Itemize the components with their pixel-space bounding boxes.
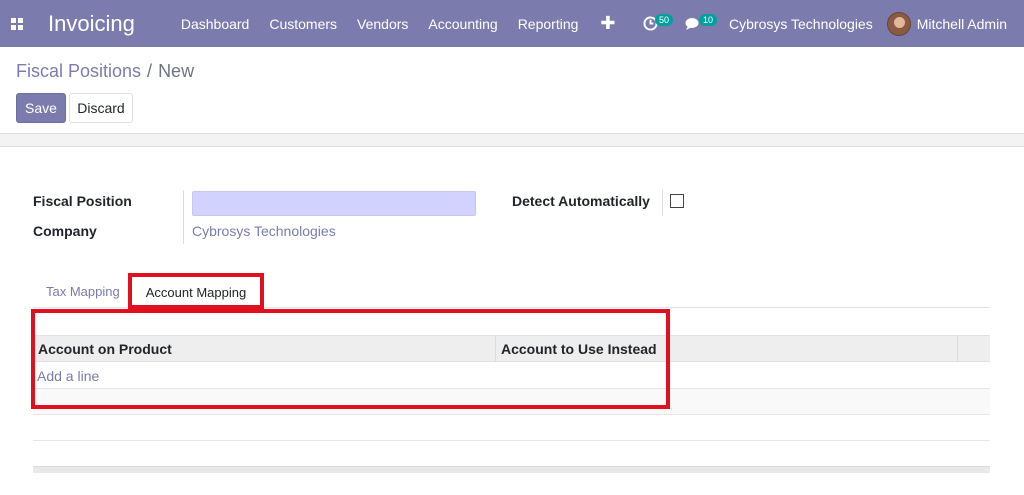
top-navbar: Invoicing Dashboard Customers Vendors Ac… — [0, 0, 1024, 47]
user-name: Mitchell Admin — [916, 15, 1007, 32]
apps-menu-icon[interactable] — [0, 0, 33, 47]
plus-icon[interactable]: ✚ — [588, 0, 627, 47]
avatar — [886, 11, 911, 36]
field-separator — [662, 190, 663, 216]
menu-dashboard[interactable]: Dashboard — [171, 0, 260, 47]
company-switcher[interactable]: Cybrosys Technologies — [719, 16, 887, 32]
menu-accounting[interactable]: Accounting — [418, 0, 507, 47]
menu-customers[interactable]: Customers — [259, 0, 347, 47]
highlight-box-table — [31, 309, 670, 409]
company-label: Company — [33, 223, 97, 239]
highlight-box-tab — [128, 273, 264, 309]
messages-button[interactable]: 10 — [677, 0, 719, 47]
activity-badge: 50 — [655, 14, 674, 26]
tab-tax-mapping[interactable]: Tax Mapping — [46, 284, 120, 299]
fiscal-position-input[interactable] — [192, 191, 476, 216]
discard-button[interactable]: Discard — [69, 93, 133, 123]
app-brand[interactable]: Invoicing — [48, 11, 135, 37]
breadcrumb-parent[interactable]: Fiscal Positions — [16, 61, 141, 82]
breadcrumb-separator: / — [147, 61, 153, 81]
fiscal-position-label: Fiscal Position — [33, 193, 132, 209]
table-row — [33, 415, 990, 441]
activity-button[interactable]: 50 — [635, 0, 677, 47]
breadcrumb: Fiscal Positions / New — [16, 61, 194, 82]
detect-automatically-checkbox[interactable] — [670, 194, 684, 208]
breadcrumb-current: New — [158, 61, 195, 81]
user-menu[interactable]: Mitchell Admin — [886, 11, 1024, 36]
save-button[interactable]: Save — [16, 93, 66, 123]
messages-badge: 10 — [699, 14, 718, 26]
table-footer — [33, 466, 990, 473]
field-separator — [183, 190, 184, 244]
main-menu: Dashboard Customers Vendors Accounting R… — [171, 0, 628, 47]
systray: 50 10 Cybrosys Technologies Mitchell Adm… — [635, 0, 1024, 47]
control-panel-divider — [0, 133, 1024, 147]
detect-automatically-label: Detect Automatically — [512, 193, 650, 209]
menu-vendors[interactable]: Vendors — [347, 0, 418, 47]
company-field[interactable]: Cybrosys Technologies — [192, 223, 336, 239]
menu-reporting[interactable]: Reporting — [508, 0, 589, 47]
